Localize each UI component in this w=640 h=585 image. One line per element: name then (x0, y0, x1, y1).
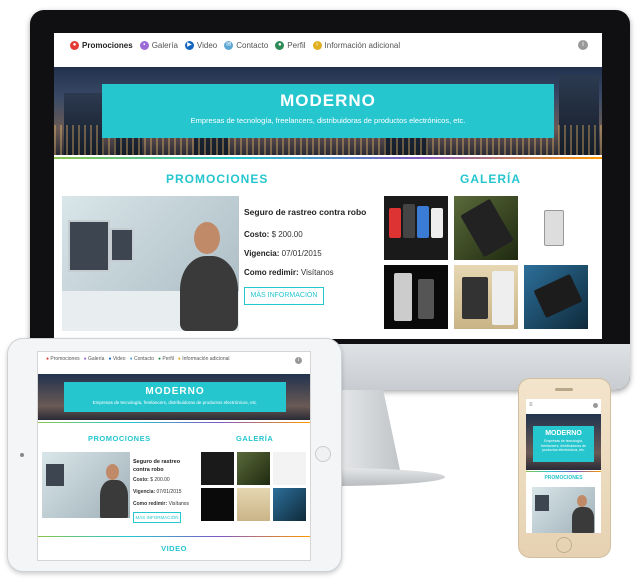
gallery-thumb[interactable] (273, 452, 306, 485)
tablet-hero-subtitle: Empresas de tecnología, freelancers, dis… (92, 400, 258, 405)
tablet-video-heading: VIDEO (161, 544, 187, 553)
hero-banner: MODERNO Empresas de tecnología, freelanc… (54, 67, 602, 155)
phone-hero: MODERNO Empresas de tecnología, freelanc… (526, 414, 601, 470)
nav-item-galeria[interactable]: ▪ Galería (139, 40, 178, 50)
image-icon: ▪ (139, 40, 149, 50)
nav-item-contacto[interactable]: ✉ Contacto (224, 40, 268, 50)
gallery-thumb[interactable] (384, 265, 448, 329)
tag-icon: ● (70, 40, 79, 50)
phone-home-button[interactable] (556, 537, 572, 553)
promo-cost: Costo: $ 200.00 (244, 230, 303, 239)
phone-promo-image[interactable] (532, 487, 595, 533)
gallery-thumb[interactable] (454, 265, 518, 329)
mail-icon: ✉ (224, 40, 234, 50)
user-icon: ● (275, 40, 285, 50)
phone-hero-subtitle: Empresas de tecnología, freelancers, dis… (541, 439, 586, 452)
gallery-thumb[interactable] (454, 196, 518, 260)
gallery-thumb[interactable] (524, 265, 588, 329)
tablet-site: ● Promociones ● Galería ● Video ● Contac… (37, 351, 311, 561)
desktop-site: ● Promociones ▪ Galería ▶ Video ✉ Contacto ●… (54, 33, 602, 339)
tablet-promo-title: Seguro de rastreo contra robo (133, 459, 181, 473)
hero-card: MODERNO Empresas de tecnología, freelanc… (102, 84, 554, 138)
promo-image[interactable] (62, 196, 239, 331)
phone-speaker (555, 388, 573, 391)
info-icon[interactable]: i (295, 357, 302, 364)
tablet-promociones-heading: PROMOCIONES (88, 434, 151, 443)
info-icon[interactable] (593, 403, 598, 408)
tablet-nav-item-promociones[interactable]: ● Promociones (46, 356, 80, 362)
info-icon[interactable]: i (578, 40, 588, 50)
promo-redeem: Como redimir: Visítanos (244, 268, 334, 277)
tablet-promo-validity: Vigencia: 07/01/2015 (133, 489, 182, 495)
hero-subtitle: Empresas de tecnología, freelancers, dis… (190, 116, 466, 125)
nav-item-info[interactable]: i Información adicional (312, 40, 400, 50)
nav-item-promociones[interactable]: ● Promociones (70, 40, 133, 50)
top-nav: ● Promociones ▪ Galería ▶ Video ✉ Contacto ●… (54, 33, 602, 57)
more-info-button[interactable]: MÁS INFORMACIÓN (244, 287, 324, 305)
tablet-galeria-heading: GALERÍA (236, 434, 274, 443)
gallery-thumb[interactable] (201, 488, 234, 521)
tablet-nav: ● Promociones ● Galería ● Video ● Contac… (46, 356, 230, 362)
tablet-camera (20, 453, 24, 457)
gallery-thumb[interactable] (384, 196, 448, 260)
gallery-thumb[interactable] (237, 488, 270, 521)
tablet-home-button[interactable] (315, 446, 331, 462)
tablet-nav-item-galeria[interactable]: ● Galería (84, 356, 105, 362)
phone-hero-title: MODERNO (545, 430, 582, 437)
nav-item-video[interactable]: ▶ Video (184, 40, 217, 50)
tablet-hero-title: MODERNO (145, 386, 205, 397)
gallery-thumb[interactable] (524, 196, 588, 260)
tablet-nav-item-perfil[interactable]: ● Perfil (158, 356, 174, 362)
tablet-nav-item-contacto[interactable]: ● Contacto (130, 356, 154, 362)
info-icon: i (312, 40, 322, 50)
color-divider (54, 157, 602, 159)
gallery-thumb[interactable] (237, 452, 270, 485)
tablet-nav-item-info[interactable]: ● Información adicional (178, 356, 230, 362)
phone-promociones-heading: PROMOCIONES (544, 475, 583, 481)
galeria-heading: GALERÍA (460, 172, 521, 186)
phone-site: ≡ MODERNO Empresas de tecnología, freela… (526, 399, 601, 533)
hero-title: MODERNO (280, 91, 376, 110)
video-icon: ▶ (184, 40, 194, 50)
gallery-thumb[interactable] (201, 452, 234, 485)
tablet-nav-item-video[interactable]: ● Video (108, 356, 125, 362)
tablet-promo-cost: Costo: $ 200.00 (133, 477, 170, 483)
nav-item-perfil[interactable]: ● Perfil (275, 40, 306, 50)
tablet-hero: MODERNO Empresas de tecnología, freelanc… (38, 374, 310, 420)
promo-title: Seguro de rastreo contra robo (244, 207, 367, 217)
promo-validity: Vigencia: 07/01/2015 (244, 249, 322, 258)
gallery-thumb[interactable] (273, 488, 306, 521)
promociones-heading: PROMOCIONES (166, 172, 269, 186)
tablet-promo-image[interactable] (42, 452, 130, 518)
tablet-more-info-button[interactable]: MÁS INFORMACIÓN (133, 512, 181, 523)
tablet-promo-redeem: Como redimir: Visítanos (133, 501, 190, 507)
hamburger-menu-icon[interactable]: ≡ (529, 402, 533, 408)
